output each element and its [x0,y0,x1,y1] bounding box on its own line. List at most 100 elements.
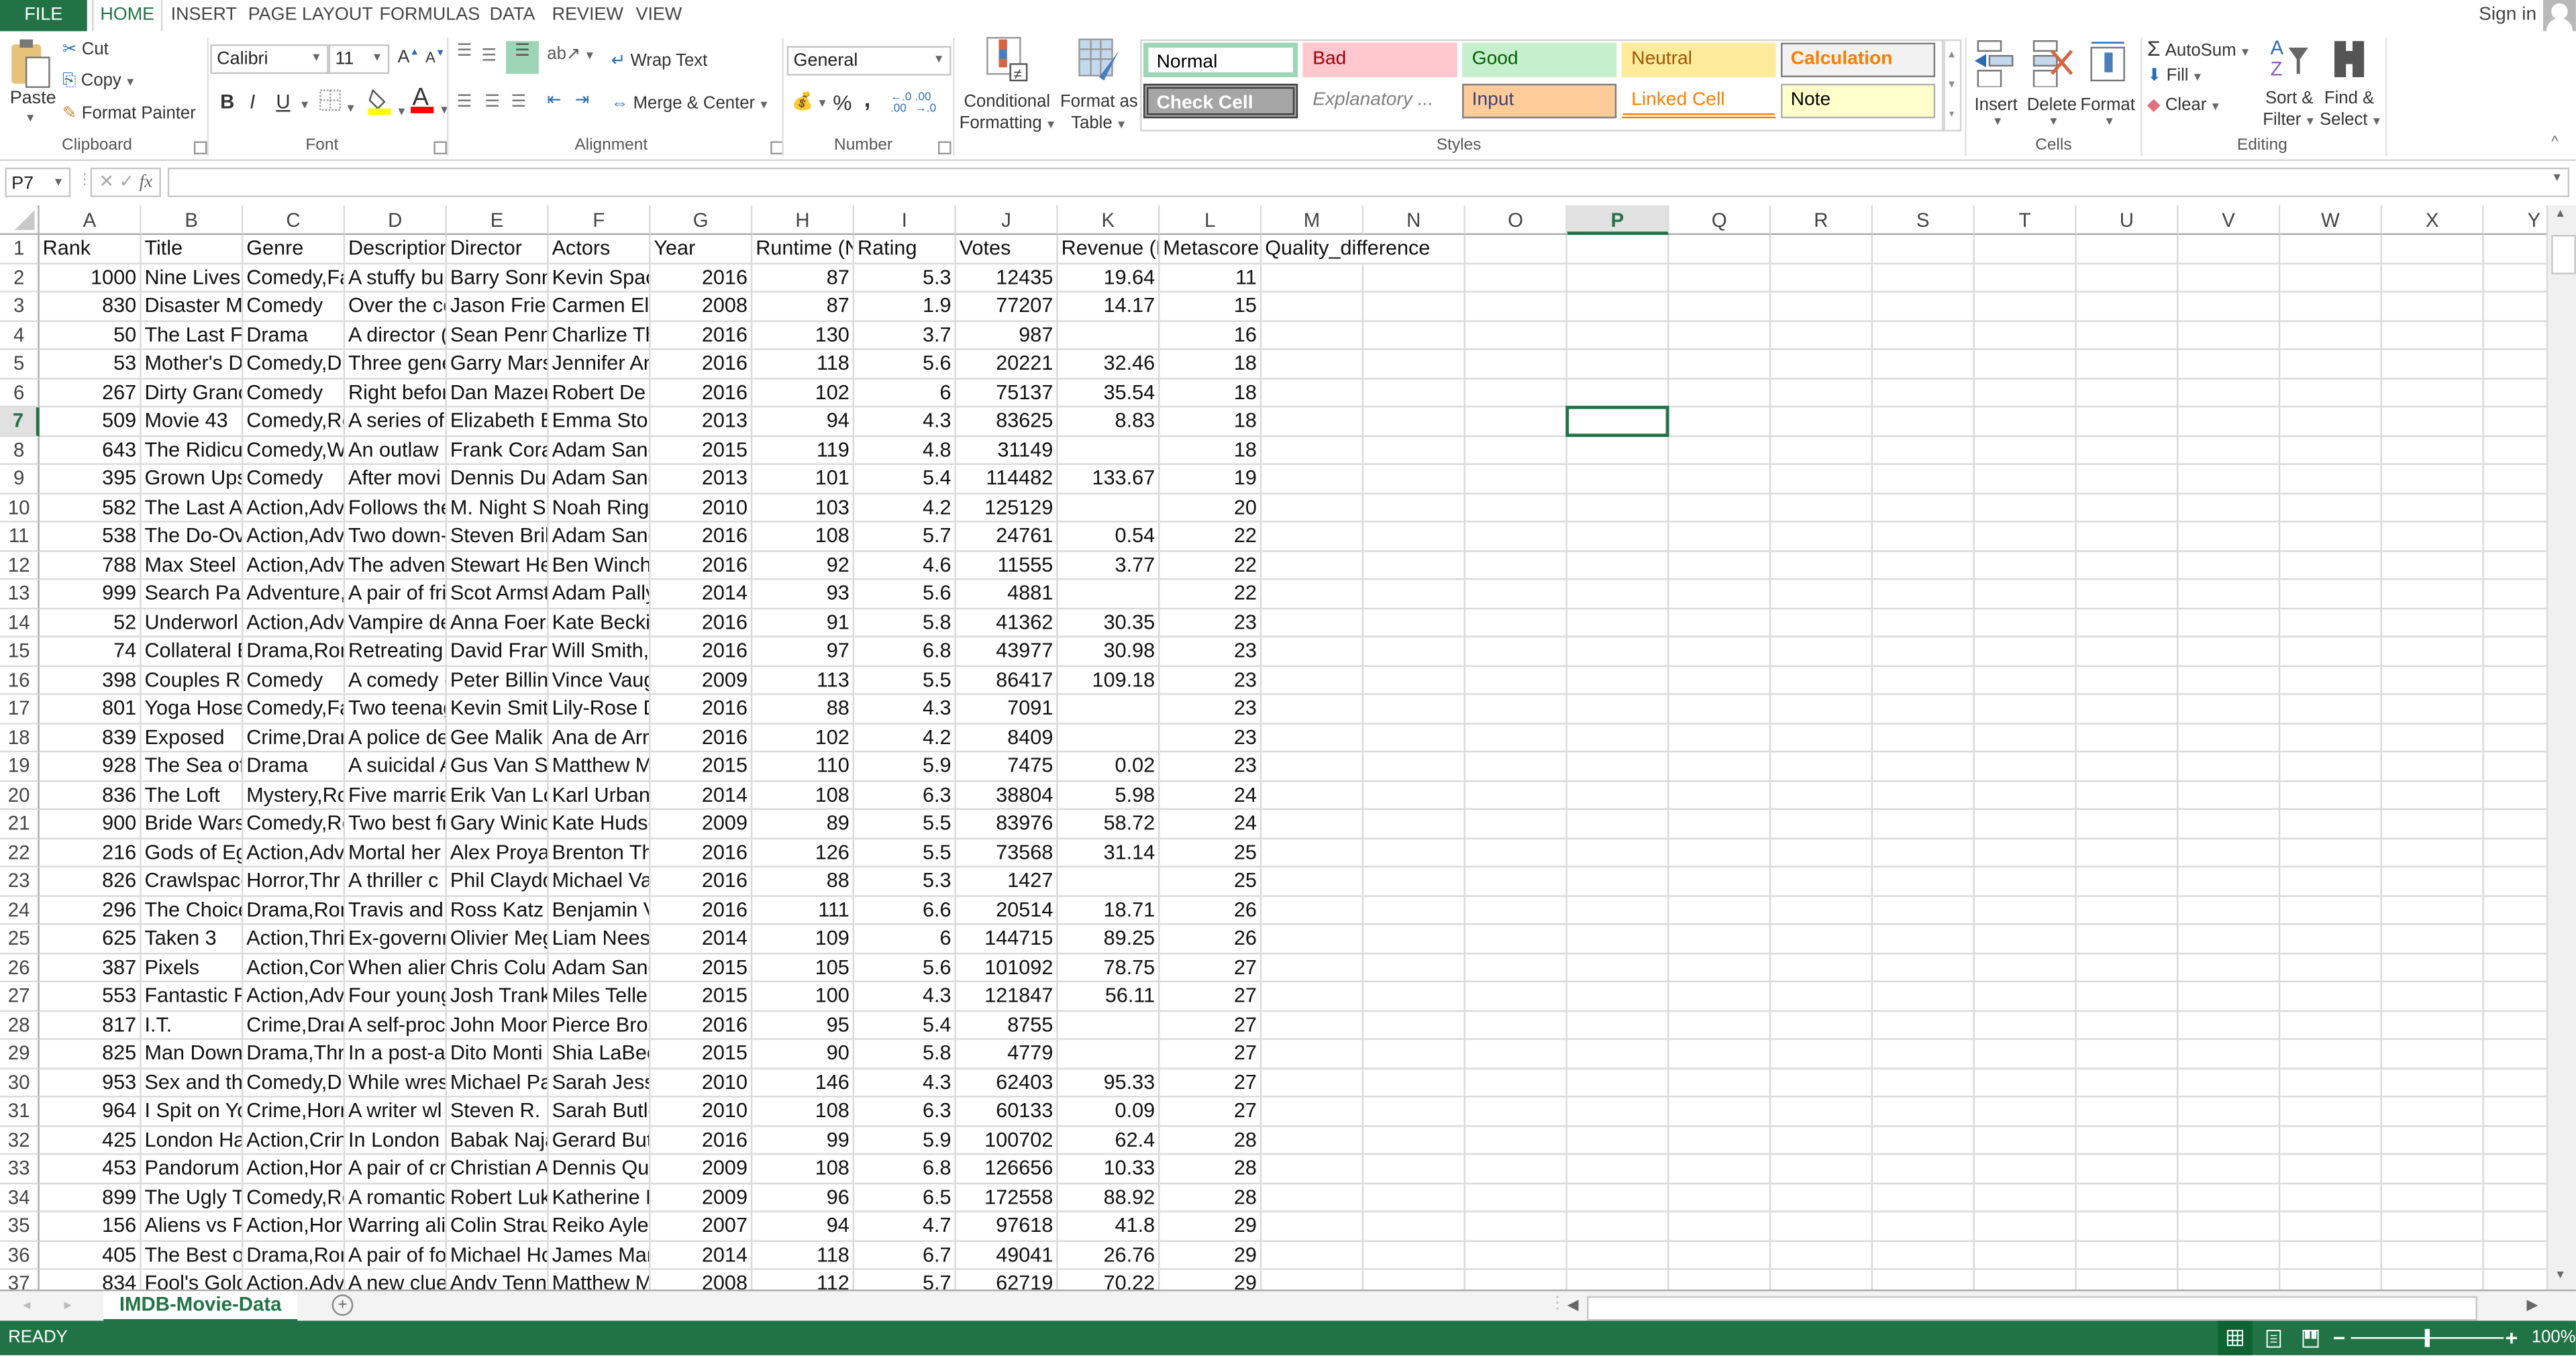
data-cell[interactable]: 2008 [650,292,753,321]
data-cell[interactable] [2178,925,2281,954]
data-cell[interactable] [1771,953,1873,983]
header-cell[interactable] [2483,235,2546,264]
data-cell[interactable] [1261,464,1364,494]
data-cell[interactable] [1363,1184,1465,1212]
data-cell[interactable] [2483,839,2546,868]
data-cell[interactable]: 77207 [956,292,1058,321]
data-cell[interactable]: 6.8 [854,637,956,666]
data-cell[interactable] [1567,464,1669,494]
data-cell[interactable]: Michael Va [548,867,651,896]
data-cell[interactable]: 5.5 [854,810,956,839]
data-cell[interactable]: 78.75 [1058,953,1160,983]
data-cell[interactable] [1771,867,1873,896]
italic-button[interactable]: I [250,91,255,113]
data-cell[interactable] [1567,896,1669,925]
data-cell[interactable] [2483,781,2546,811]
data-cell[interactable]: Action,Crin [243,1126,346,1155]
file-tab[interactable]: FILE [0,0,87,32]
data-cell[interactable] [2483,350,2546,379]
data-cell[interactable]: 2016 [650,1126,753,1155]
data-cell[interactable]: Two teenag [345,694,447,724]
data-cell[interactable]: 35.54 [1058,378,1160,408]
data-cell[interactable] [1567,838,1669,868]
column-header-c[interactable]: C [243,205,346,236]
data-cell[interactable] [1974,810,2077,839]
data-cell[interactable]: 2014 [650,781,753,811]
data-cell[interactable]: Pierce Bros [548,1010,651,1040]
data-cell[interactable] [2178,1039,2281,1069]
data-cell[interactable]: The Sea of [141,752,244,782]
merge-center-button[interactable]: ⇔ Merge & Center ▼ [611,94,770,113]
data-cell[interactable] [1465,493,1567,523]
data-cell[interactable] [2382,522,2484,552]
data-cell[interactable]: 999 [39,580,142,609]
data-cell[interactable]: 5.6 [854,580,956,609]
data-cell[interactable] [2178,1269,2281,1290]
data-cell[interactable]: 826 [39,867,142,896]
data-cell[interactable] [2178,953,2281,983]
data-cell[interactable] [2076,1241,2179,1270]
data-cell[interactable]: Over the cc [345,292,447,321]
data-cell[interactable] [1465,982,1567,1011]
data-cell[interactable] [1567,350,1669,379]
data-cell[interactable] [2178,637,2281,666]
data-cell[interactable] [2178,896,2281,925]
data-cell[interactable] [2382,378,2484,408]
data-cell[interactable]: 643 [39,436,142,465]
data-cell[interactable] [2382,781,2484,811]
data-cell[interactable] [1465,292,1567,321]
data-cell[interactable]: Adam Sand [548,464,651,494]
data-cell[interactable] [2178,1097,2281,1127]
data-cell[interactable]: Gary Winic [446,810,549,839]
data-cell[interactable] [2382,436,2484,465]
row-header[interactable]: 4 [0,321,40,350]
data-cell[interactable] [2483,810,2546,839]
data-cell[interactable] [2076,781,2179,811]
data-cell[interactable] [1873,666,1975,695]
data-cell[interactable] [1974,1212,2077,1241]
data-cell[interactable] [2382,723,2484,753]
insert-cells-button[interactable]: Insert ▼ [1971,38,2020,136]
data-cell[interactable] [2382,1184,2484,1212]
font-color-button[interactable]: A ▼ [409,83,450,118]
header-cell[interactable] [1363,235,1465,264]
data-cell[interactable]: 20 [1160,493,1262,523]
data-cell[interactable]: Comedy [243,378,346,408]
data-cell[interactable] [1363,694,1465,724]
data-cell[interactable]: 1.9 [854,292,956,321]
data-cell[interactable] [2382,292,2484,321]
data-cell[interactable]: 2016 [650,637,753,666]
data-cell[interactable]: John Moor [446,1010,549,1040]
data-cell[interactable] [1873,1269,1975,1290]
data-cell[interactable] [1771,1039,1873,1069]
vertical-scrollbar[interactable]: ▲ ▼ [2546,205,2576,1290]
row-header[interactable]: 6 [0,378,40,408]
data-cell[interactable]: 118 [752,350,855,379]
data-cell[interactable]: 92 [752,551,855,580]
data-cell[interactable]: Reiko Ayles [548,1212,651,1241]
data-cell[interactable]: 18 [1160,350,1262,379]
data-cell[interactable] [1771,263,1873,293]
sheet-tab-imdb-movie-data[interactable]: IMDB-Movie-Data [103,1291,298,1322]
data-cell[interactable] [2280,925,2383,954]
data-cell[interactable]: 89 [752,810,855,839]
data-cell[interactable]: 4881 [956,580,1058,609]
tab-review[interactable]: REVIEW [552,0,623,32]
paste-button[interactable] [10,38,53,90]
data-cell[interactable]: Noah Ringe [548,493,651,523]
data-cell[interactable] [1261,493,1364,523]
data-cell[interactable]: 4.3 [854,1068,956,1098]
number-launcher-icon[interactable] [937,141,951,155]
data-cell[interactable] [2280,580,2383,609]
data-cell[interactable] [2178,982,2281,1011]
data-cell[interactable]: Vince Vaug [548,666,651,695]
data-cell[interactable]: 146 [752,1068,855,1098]
data-cell[interactable] [2382,896,2484,925]
data-cell[interactable] [1974,982,2077,1011]
data-cell[interactable]: 5.8 [854,609,956,637]
data-cell[interactable]: 5.3 [854,263,956,293]
data-cell[interactable]: Alex Proyas [446,838,549,868]
data-cell[interactable]: Scot Armst [446,580,549,609]
data-cell[interactable]: 130 [752,321,855,350]
data-cell[interactable] [1465,1241,1567,1270]
